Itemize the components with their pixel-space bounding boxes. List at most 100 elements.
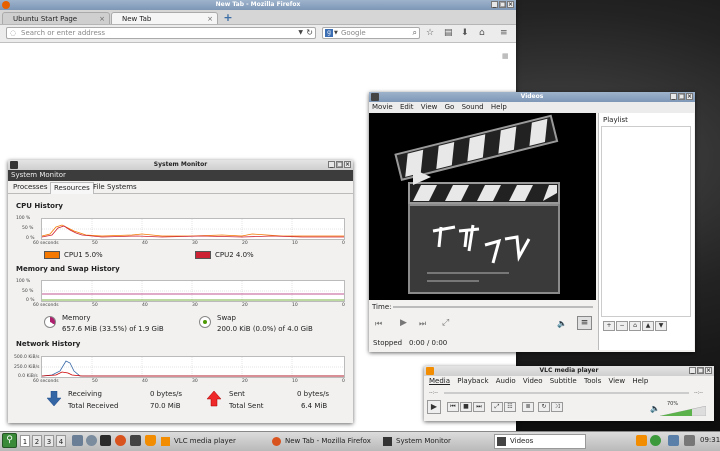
menu-view[interactable]: View <box>608 377 625 385</box>
menu-tools[interactable]: Tools <box>584 377 601 385</box>
playlist-save-icon[interactable]: ⌂ <box>629 321 641 331</box>
menu-view[interactable]: View <box>421 103 438 111</box>
tiles-grid-icon[interactable]: ▦ <box>502 52 509 60</box>
search-engine-dropdown-icon[interactable]: ▼ <box>334 30 338 36</box>
desktop-icon[interactable] <box>72 435 83 446</box>
minimize-icon[interactable]: _ <box>491 1 498 8</box>
menu-help[interactable]: Help <box>491 103 507 111</box>
reload-icon[interactable]: ↻ <box>306 28 313 37</box>
network-tray-icon[interactable] <box>668 435 679 446</box>
receiving-arrow-icon[interactable] <box>46 390 62 409</box>
seek-bar[interactable] <box>393 306 593 308</box>
fullscreen-icon[interactable]: ⤢ <box>491 402 503 412</box>
menu-audio[interactable]: Audio <box>496 377 516 385</box>
menu-sound[interactable]: Sound <box>462 103 484 111</box>
tab-resources[interactable]: Resources <box>50 182 94 194</box>
update-tray-icon[interactable] <box>650 435 661 446</box>
video-area[interactable] <box>369 113 596 300</box>
firefox-launcher-icon[interactable] <box>115 435 126 446</box>
playlist-up-icon[interactable]: ▲ <box>642 321 654 331</box>
minimize-icon[interactable]: _ <box>328 161 335 168</box>
maximize-icon[interactable]: □ <box>336 161 343 168</box>
stop-icon[interactable]: ■ <box>460 402 472 412</box>
workspace-2[interactable]: 2 <box>32 435 42 447</box>
videos-titlebar[interactable]: Videos _ □ × <box>369 92 695 102</box>
search-box[interactable]: g ▼ Google ⌕ <box>322 27 420 39</box>
system-monitor-titlebar[interactable]: System Monitor _ □ × <box>8 160 353 170</box>
menu-help[interactable]: Help <box>632 377 648 385</box>
vlc-volume-slider[interactable] <box>659 405 707 417</box>
next-icon[interactable]: ⏭ <box>473 402 485 412</box>
volume-tray-icon[interactable] <box>684 435 695 446</box>
playlist-add-icon[interactable]: + <box>603 321 615 331</box>
mute-icon[interactable]: 🔈 <box>650 404 660 413</box>
file-manager-icon[interactable] <box>86 435 97 446</box>
task-firefox[interactable]: New Tab - Mozilla Firefox <box>272 434 382 449</box>
sidebar-toggle-icon[interactable]: ≡ <box>577 316 592 330</box>
tab-new-tab[interactable]: New Tab × <box>111 12 218 24</box>
vlc-titlebar[interactable]: VLC media player _ □ × <box>424 366 714 376</box>
workspace-3[interactable]: 3 <box>44 435 54 447</box>
close-icon[interactable]: × <box>705 367 712 374</box>
menu-go[interactable]: Go <box>445 103 455 111</box>
menu-edit[interactable]: Edit <box>400 103 414 111</box>
playlist-list[interactable] <box>601 126 691 317</box>
close-tab-icon[interactable]: × <box>99 13 105 25</box>
next-icon[interactable]: ⏭ <box>419 319 426 329</box>
home-icon[interactable]: ⌂ <box>479 28 485 38</box>
extended-settings-icon[interactable]: ☷ <box>504 402 516 412</box>
terminal-icon[interactable] <box>100 435 111 446</box>
new-tab-plus-icon[interactable]: + <box>222 12 234 23</box>
dropdown-arrow-icon[interactable]: ▼ <box>298 29 303 36</box>
menu-movie[interactable]: Movie <box>372 103 393 111</box>
vlc-launcher-icon[interactable] <box>145 435 156 446</box>
close-tab-icon[interactable]: × <box>207 13 213 25</box>
menu-playback[interactable]: Playback <box>457 377 488 385</box>
minimize-icon[interactable]: _ <box>670 93 677 100</box>
play-icon[interactable]: ▶ <box>400 318 407 328</box>
menu-icon[interactable]: ≡ <box>500 28 508 38</box>
videos-launcher-icon[interactable] <box>130 435 141 446</box>
previous-icon[interactable]: ⏮ <box>375 319 382 329</box>
playlist-down-icon[interactable]: ▼ <box>655 321 667 331</box>
bookmarks-list-icon[interactable]: ▤ <box>444 28 453 38</box>
close-icon[interactable]: × <box>686 93 693 100</box>
search-icon[interactable]: ⌕ <box>413 28 417 38</box>
shuffle-icon[interactable]: ⤨ <box>551 402 563 412</box>
fullscreen-icon[interactable]: ⤢ <box>442 318 449 328</box>
firefox-titlebar[interactable]: New Tab - Mozilla Firefox _ □ × <box>0 0 516 10</box>
volume-icon[interactable]: 🔈 <box>557 319 567 328</box>
maximize-icon[interactable]: □ <box>678 93 685 100</box>
vlc-seek-bar[interactable] <box>444 392 689 394</box>
tab-ubuntu-start-page[interactable]: Ubuntu Start Page × <box>2 12 110 24</box>
maximize-icon[interactable]: □ <box>499 1 506 8</box>
sent-arrow-icon[interactable] <box>206 390 222 409</box>
url-bar[interactable]: ◌ Search or enter address ▼ ↻ <box>6 27 316 39</box>
minimize-icon[interactable]: _ <box>689 367 696 374</box>
cpu2-color-swatch[interactable] <box>195 251 211 259</box>
tab-processes[interactable]: Processes <box>10 182 51 193</box>
playlist-icon[interactable]: ≣ <box>522 402 534 412</box>
previous-icon[interactable]: ⏮ <box>447 402 459 412</box>
cpu1-color-swatch[interactable] <box>44 251 60 259</box>
start-menu-icon[interactable]: ⚲ <box>2 433 17 448</box>
workspace-1[interactable]: 1 <box>20 435 30 447</box>
workspace-4[interactable]: 4 <box>56 435 66 447</box>
search-engine-icon[interactable]: g <box>325 29 333 37</box>
maximize-icon[interactable]: □ <box>697 367 704 374</box>
task-system-monitor[interactable]: System Monitor <box>383 434 488 449</box>
menu-video[interactable]: Video <box>523 377 543 385</box>
menu-subtitle[interactable]: Subtitle <box>550 377 577 385</box>
tab-file-systems[interactable]: File Systems <box>90 182 140 193</box>
close-icon[interactable]: × <box>507 1 514 8</box>
loop-icon[interactable]: ↻ <box>538 402 550 412</box>
memory-pie-icon[interactable] <box>44 316 56 328</box>
task-vlc[interactable]: VLC media player <box>161 434 266 449</box>
vlc-tray-icon[interactable] <box>636 435 647 446</box>
menu-media[interactable]: Media <box>429 377 450 385</box>
swap-pie-icon[interactable] <box>199 316 211 328</box>
close-icon[interactable]: × <box>344 161 351 168</box>
play-icon[interactable]: ▶ <box>427 400 441 414</box>
task-videos[interactable]: Videos <box>494 434 586 449</box>
playlist-remove-icon[interactable]: − <box>616 321 628 331</box>
